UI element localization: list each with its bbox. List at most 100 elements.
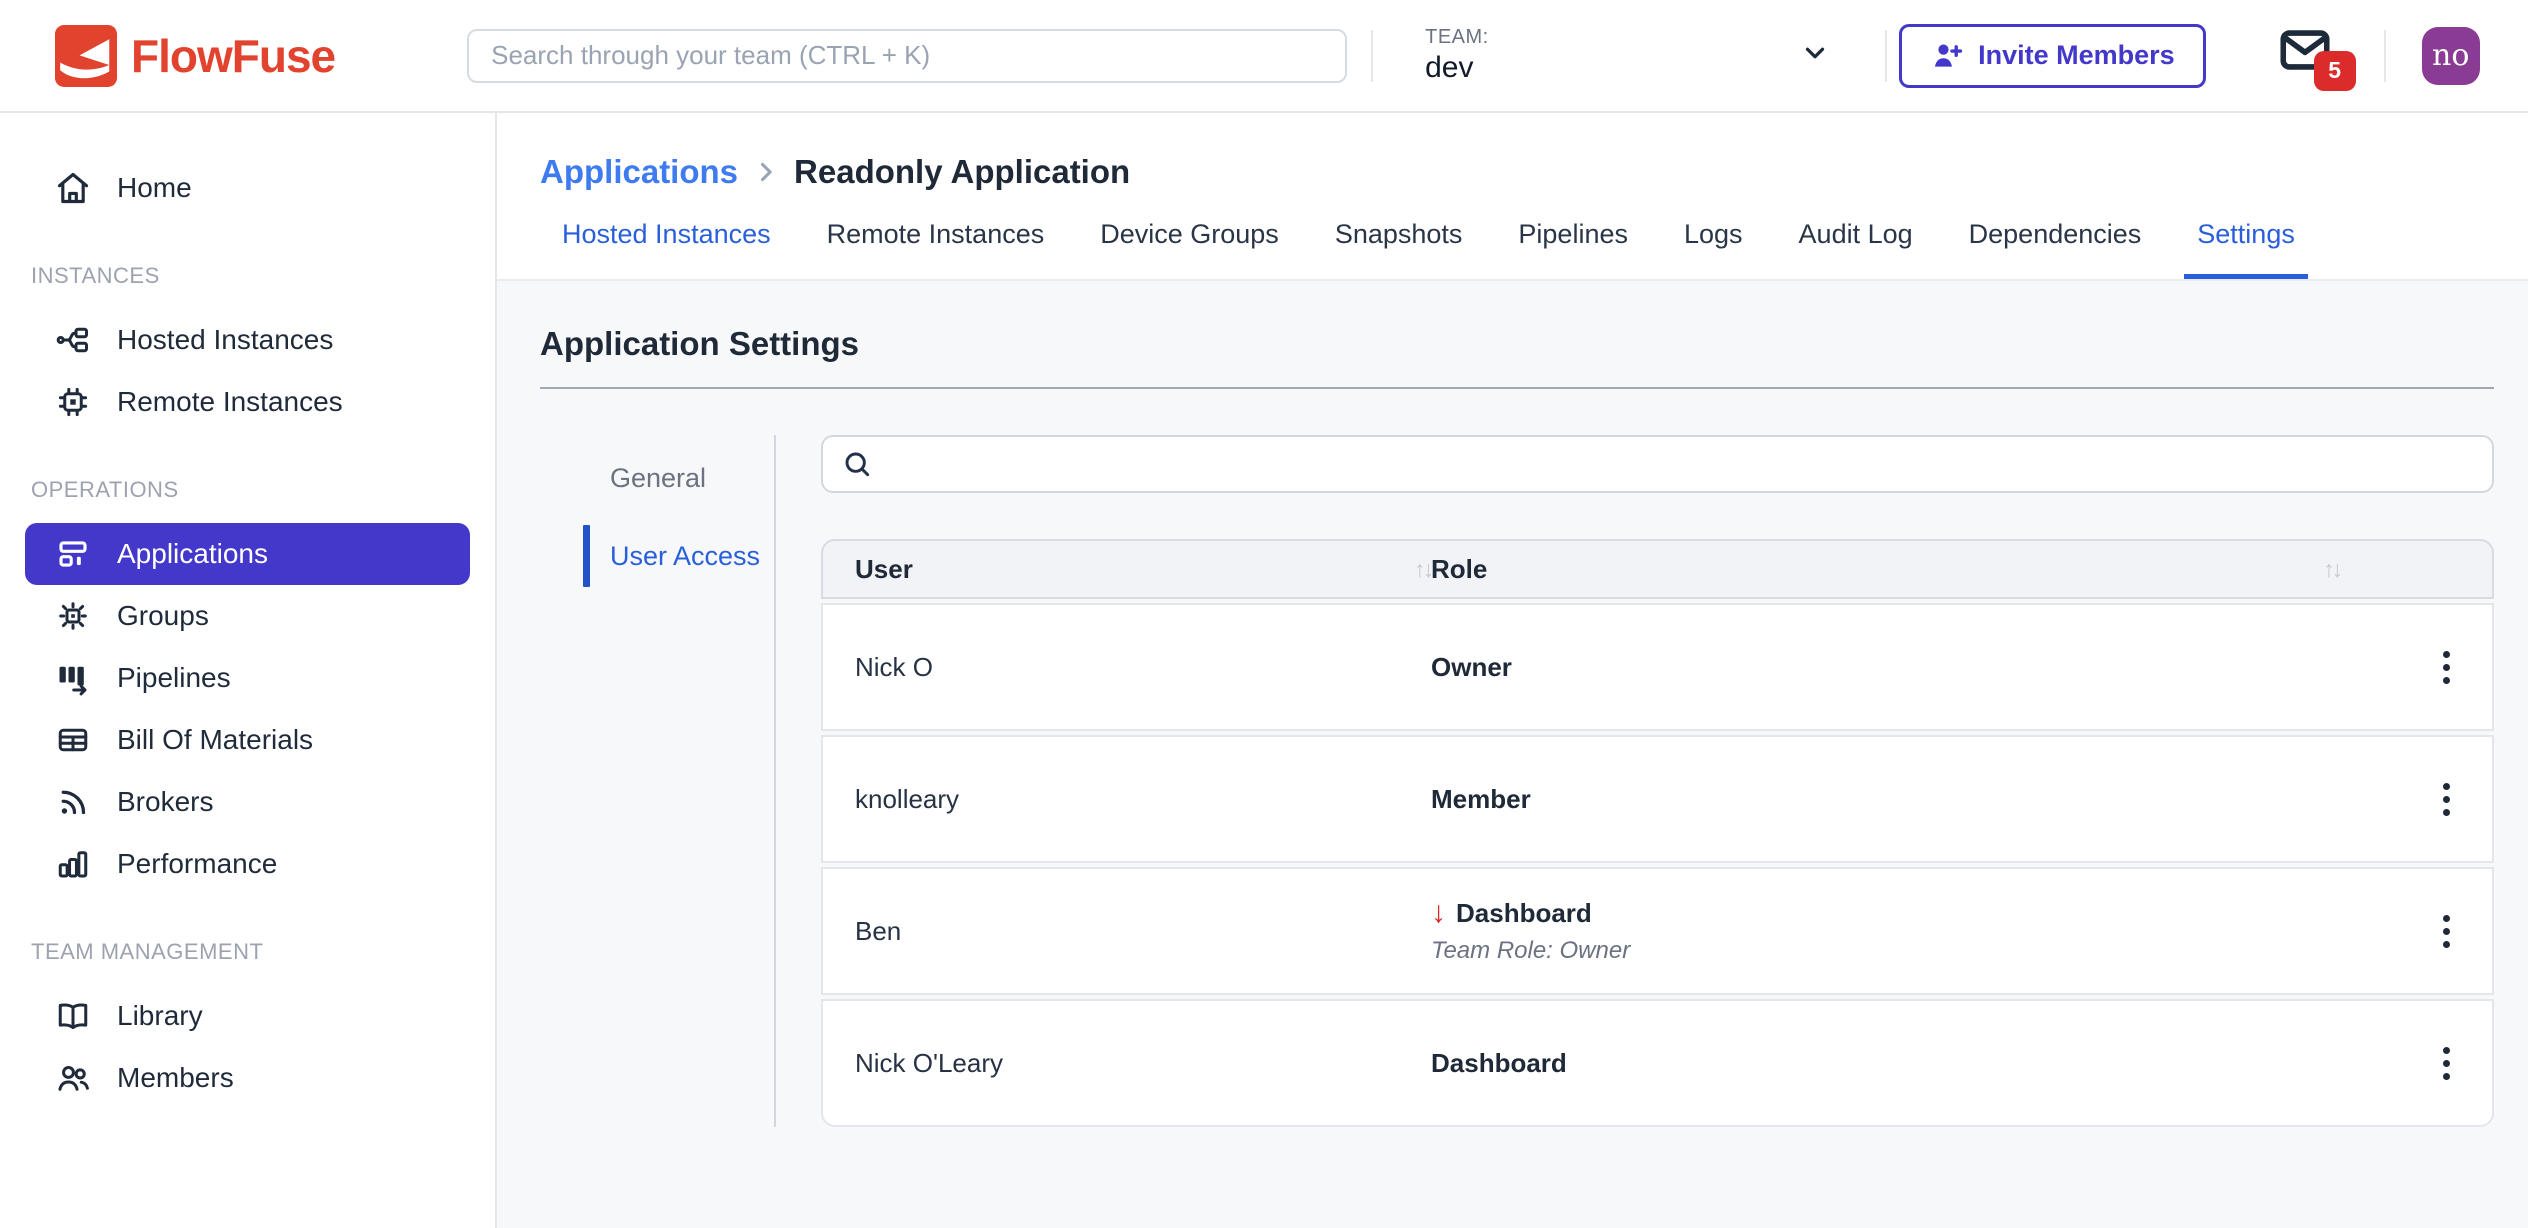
sidebar-item-label: Pipelines: [117, 662, 231, 694]
settings-subnav: General User Access: [540, 435, 776, 1127]
sidebar-item-label: Hosted Instances: [117, 324, 333, 356]
user-plus-icon: [1930, 39, 1964, 73]
user-avatar[interactable]: no: [2422, 27, 2480, 85]
hosted-instances-icon: [55, 322, 91, 358]
role-cell: Owner: [1431, 652, 2400, 683]
row-menu-button[interactable]: [2433, 905, 2460, 958]
heading-divider: [540, 387, 2494, 389]
sidebar-item-remote-instances[interactable]: Remote Instances: [25, 371, 470, 433]
sidebar-item-label: Bill Of Materials: [117, 724, 313, 756]
sidebar-item-label: Remote Instances: [117, 386, 343, 418]
user-access-panel: User ↑↓ Role ↑↓ Nick O Owner: [776, 435, 2494, 1127]
team-role-note: Team Role: Owner: [1431, 937, 2400, 965]
chevron-right-icon: [752, 158, 780, 186]
sidebar-item-label: Members: [117, 1062, 234, 1094]
tab-settings[interactable]: Settings: [2184, 219, 2308, 279]
sidebar-item-performance[interactable]: Performance: [25, 833, 470, 895]
sidebar: Home INSTANCES Hosted Instances Remote I…: [0, 113, 497, 1228]
row-menu-button[interactable]: [2433, 773, 2460, 826]
sidebar-item-library[interactable]: Library: [25, 985, 470, 1047]
user-role-table: User ↑↓ Role ↑↓ Nick O Owner: [821, 539, 2494, 1127]
role-cell: ↓ Dashboard Team Role: Owner: [1431, 898, 2400, 965]
header-divider: [1371, 30, 1373, 82]
role-downgrade-arrow-icon: ↓: [1431, 898, 1446, 928]
user-cell: Ben: [823, 916, 1431, 947]
sidebar-item-label: Groups: [117, 600, 209, 632]
sidebar-section-team-management: TEAM MANAGEMENT: [31, 939, 470, 965]
tab-dependencies[interactable]: Dependencies: [1956, 219, 2155, 279]
column-header-user[interactable]: User ↑↓: [823, 554, 1431, 585]
table-row: Nick O Owner: [821, 603, 2494, 731]
sort-icon[interactable]: ↑↓: [2323, 556, 2340, 583]
remote-instances-icon: [55, 384, 91, 420]
tab-device-groups[interactable]: Device Groups: [1087, 219, 1292, 279]
row-menu-button[interactable]: [2433, 1037, 2460, 1090]
page-title: Application Settings: [540, 325, 2494, 363]
performance-icon: [55, 846, 91, 882]
brokers-icon: [55, 784, 91, 820]
user-cell: Nick O: [823, 652, 1431, 683]
global-search-input[interactable]: [467, 29, 1347, 83]
applications-icon: [55, 536, 91, 572]
table-row: Nick O'Leary Dashboard: [821, 999, 2494, 1127]
user-search: [821, 435, 2494, 493]
sidebar-item-groups[interactable]: Groups: [25, 585, 470, 647]
header-divider: [1885, 30, 1887, 82]
table-header: User ↑↓ Role ↑↓: [821, 539, 2494, 599]
role-label: Dashboard: [1456, 898, 1592, 929]
column-label: User: [855, 554, 913, 585]
team-label: TEAM:: [1425, 26, 1489, 49]
tab-hosted-instances[interactable]: Hosted Instances: [549, 219, 784, 279]
sidebar-item-label: Home: [117, 172, 192, 204]
subnav-item-user-access[interactable]: User Access: [583, 523, 774, 589]
tab-snapshots[interactable]: Snapshots: [1322, 219, 1476, 279]
sidebar-item-brokers[interactable]: Brokers: [25, 771, 470, 833]
user-cell: Nick O'Leary: [823, 1048, 1431, 1079]
team-selector[interactable]: TEAM: dev: [1425, 26, 1885, 85]
role-cell: Dashboard: [1431, 1048, 2400, 1079]
sidebar-item-pipelines[interactable]: Pipelines: [25, 647, 470, 709]
chevron-down-icon: [1800, 38, 1830, 73]
home-icon: [55, 170, 91, 206]
role-cell: Member: [1431, 784, 2400, 815]
application-tabbar: Hosted Instances Remote Instances Device…: [497, 219, 2528, 279]
sidebar-item-bill-of-materials[interactable]: Bill Of Materials: [25, 709, 470, 771]
members-icon: [55, 1060, 91, 1096]
groups-icon: [55, 598, 91, 634]
user-search-input[interactable]: [887, 437, 2474, 491]
tab-remote-instances[interactable]: Remote Instances: [814, 219, 1058, 279]
flowfuse-logo[interactable]: FlowFuse: [55, 25, 335, 87]
header-divider: [2384, 30, 2386, 82]
app-header: FlowFuse TEAM: dev Invite Members 5: [0, 0, 2528, 113]
library-icon: [55, 998, 91, 1034]
sort-icon[interactable]: ↑↓: [1414, 556, 1431, 583]
sidebar-item-label: Performance: [117, 848, 277, 880]
sidebar-item-label: Applications: [117, 538, 268, 570]
invite-members-label: Invite Members: [1978, 40, 2175, 71]
team-name: dev: [1425, 51, 1489, 85]
breadcrumb-applications-link[interactable]: Applications: [540, 153, 738, 191]
pipelines-icon: [55, 660, 91, 696]
settings-content: Application Settings General User Access…: [497, 279, 2528, 1228]
sidebar-item-members[interactable]: Members: [25, 1047, 470, 1109]
sidebar-item-label: Library: [117, 1000, 203, 1032]
sidebar-section-instances: INSTANCES: [31, 263, 470, 289]
sidebar-item-hosted-instances[interactable]: Hosted Instances: [25, 309, 470, 371]
flowfuse-logo-icon: [55, 25, 117, 87]
sidebar-item-home[interactable]: Home: [25, 157, 470, 219]
tab-audit-log[interactable]: Audit Log: [1786, 219, 1926, 279]
sidebar-item-label: Brokers: [117, 786, 213, 818]
breadcrumb-current: Readonly Application: [794, 153, 1130, 191]
invite-members-button[interactable]: Invite Members: [1899, 24, 2206, 88]
sidebar-item-applications[interactable]: Applications: [25, 523, 470, 585]
subnav-item-general[interactable]: General: [583, 445, 774, 511]
notifications-button[interactable]: 5: [2276, 21, 2356, 91]
main-area: Applications Readonly Application Hosted…: [497, 113, 2528, 1228]
tab-pipelines[interactable]: Pipelines: [1505, 219, 1641, 279]
table-row: Ben ↓ Dashboard Team Role: Owner: [821, 867, 2494, 995]
column-header-role[interactable]: Role ↑↓: [1431, 554, 2400, 585]
tab-logs[interactable]: Logs: [1671, 219, 1756, 279]
breadcrumb: Applications Readonly Application: [497, 113, 2528, 191]
notification-count-badge: 5: [2314, 51, 2356, 91]
row-menu-button[interactable]: [2433, 641, 2460, 694]
